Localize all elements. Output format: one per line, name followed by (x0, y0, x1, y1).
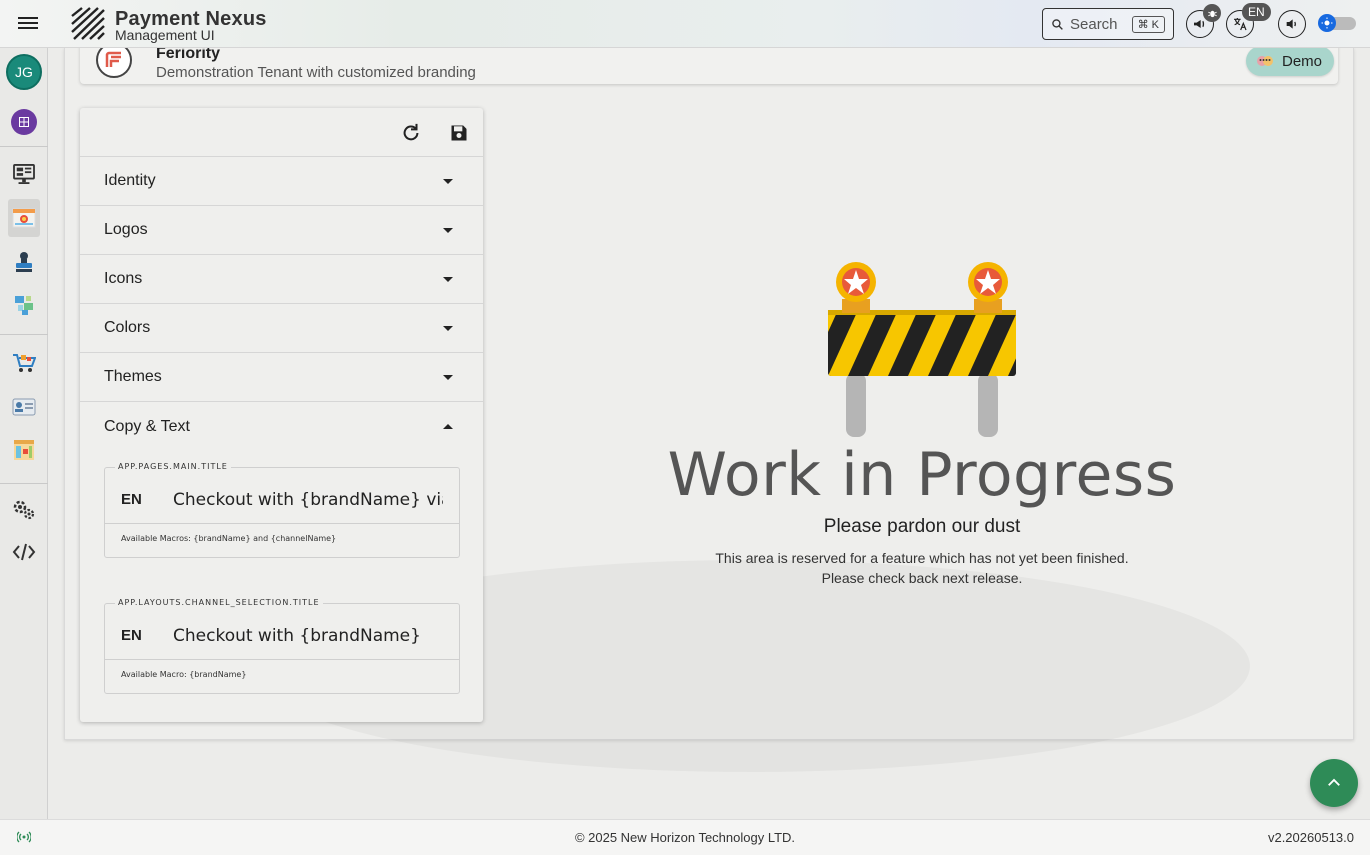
speaker-icon (1286, 19, 1296, 29)
wip-description-line: This area is reserved for a feature whic… (715, 550, 1129, 566)
sidebar-divider (0, 334, 48, 335)
main-title-field: APP.PAGES.MAIN.TITLE EN Checkout with {b… (104, 462, 460, 558)
field-hint: Available Macros: {brandName} and {chann… (121, 534, 337, 543)
branding-settings-panel: Identity Logos Icons Colors Themes Copy & Tex… (80, 108, 483, 722)
branding-icon[interactable] (8, 199, 40, 237)
channel-selection-title-input[interactable]: Checkout with {brandName} (173, 626, 443, 646)
caret-down-icon (443, 375, 453, 380)
accordion-item-label: Logos (104, 221, 148, 238)
wip-title: Work in Progress (667, 440, 1177, 510)
search-button[interactable]: Search ⌘ K (1042, 8, 1174, 40)
search-icon (1052, 18, 1063, 30)
save-button[interactable] (446, 120, 472, 146)
field-row: EN Checkout with {brandName} (105, 612, 459, 660)
channel-selection-title-field: APP.LAYOUTS.CHANNEL_SELECTION.TITLE EN C… (104, 598, 460, 694)
theme-toggle[interactable] (1318, 14, 1356, 32)
id-card-icon[interactable] (8, 391, 40, 423)
caret-down-icon (443, 179, 453, 184)
payment-nexus-logo (71, 7, 105, 40)
scroll-to-top-button[interactable] (1310, 759, 1358, 807)
version-text: v2.20260513.0 (1267, 830, 1354, 845)
accordion-item-identity[interactable]: Identity (80, 157, 483, 206)
field-legend: APP.LAYOUTS.CHANNEL_SELECTION.TITLE (115, 598, 323, 607)
side-navigation: JG (0, 48, 48, 819)
field-language: EN (121, 627, 142, 644)
field-legend: APP.PAGES.MAIN.TITLE (115, 462, 231, 471)
brand-subtitle: Management UI (115, 27, 215, 43)
wip-description: This area is reserved for a feature whic… (620, 548, 1224, 588)
menu-icon[interactable] (16, 14, 40, 34)
demo-chip[interactable]: Demo (1245, 46, 1334, 76)
field-row: EN Checkout with {brandName} via {channe… (105, 476, 459, 524)
organization-icon[interactable] (11, 109, 37, 135)
sun-icon (1318, 14, 1336, 32)
bug-icon (1207, 10, 1217, 17)
settings-accordion: Identity Logos Icons Colors Themes Copy & Tex… (80, 157, 483, 451)
theater-masks-icon (1256, 56, 1273, 66)
settings-gears-icon[interactable] (8, 494, 40, 526)
main-title-input[interactable]: Checkout with {brandName} via {channelNa… (173, 490, 443, 510)
accordion-item-label: Colors (104, 319, 151, 336)
accordion-item-colors[interactable]: Colors (80, 304, 483, 353)
field-hint: Available Macro: {brandName} (121, 670, 247, 679)
sidebar-divider (0, 146, 48, 147)
accordion-item-label: Copy & Text (104, 417, 190, 435)
save-icon (451, 125, 467, 141)
wip-description-line: Please check back next release. (821, 570, 1023, 586)
caret-down-icon (443, 228, 453, 233)
accordion-item-label: Icons (104, 270, 143, 287)
wip-subtitle: Please pardon our dust (823, 516, 1021, 537)
caret-down-icon (443, 326, 453, 331)
caret-down-icon (443, 277, 453, 282)
reports-icon[interactable] (8, 434, 40, 466)
code-icon[interactable] (8, 536, 40, 568)
integrations-icon[interactable] (8, 289, 40, 321)
user-avatar[interactable]: JG (6, 54, 42, 90)
construction-barrier-illustration (828, 262, 1016, 437)
footer: © 2025 New Horizon Technology LTD. v2.20… (0, 819, 1370, 855)
caret-up-icon (443, 424, 453, 429)
bug-badge (1203, 4, 1221, 22)
field-language: EN (121, 491, 142, 508)
demo-chip-label: Demo (1281, 52, 1322, 70)
sound-button[interactable] (1278, 10, 1306, 38)
search-placeholder: Search (1070, 15, 1118, 33)
sidebar-divider (0, 483, 48, 484)
accordion-item-label: Identity (104, 172, 156, 189)
accordion-item-label: Themes (104, 368, 162, 385)
top-app-bar: Payment Nexus Management UI Search ⌘ K E… (0, 0, 1370, 48)
copyright-text: © 2025 New Horizon Technology LTD. (574, 830, 796, 845)
settings-toolbar (80, 108, 483, 157)
shopping-cart-icon[interactable] (8, 347, 40, 379)
accordion-item-themes[interactable]: Themes (80, 353, 483, 402)
stamp-icon[interactable] (8, 246, 40, 278)
accordion-item-copy-text[interactable]: Copy & Text (80, 402, 483, 451)
dashboard-monitor-icon[interactable] (8, 158, 40, 190)
accordion-item-icons[interactable]: Icons (80, 255, 483, 304)
refresh-icon (403, 123, 419, 141)
tenant-description: Demonstration Tenant with customized bra… (156, 64, 476, 81)
accordion-item-logos[interactable]: Logos (80, 206, 483, 255)
language-badge: EN (1242, 3, 1271, 21)
search-shortcut: ⌘ K (1131, 15, 1165, 33)
chevron-up-icon (1328, 778, 1340, 786)
refresh-button[interactable] (398, 120, 424, 146)
